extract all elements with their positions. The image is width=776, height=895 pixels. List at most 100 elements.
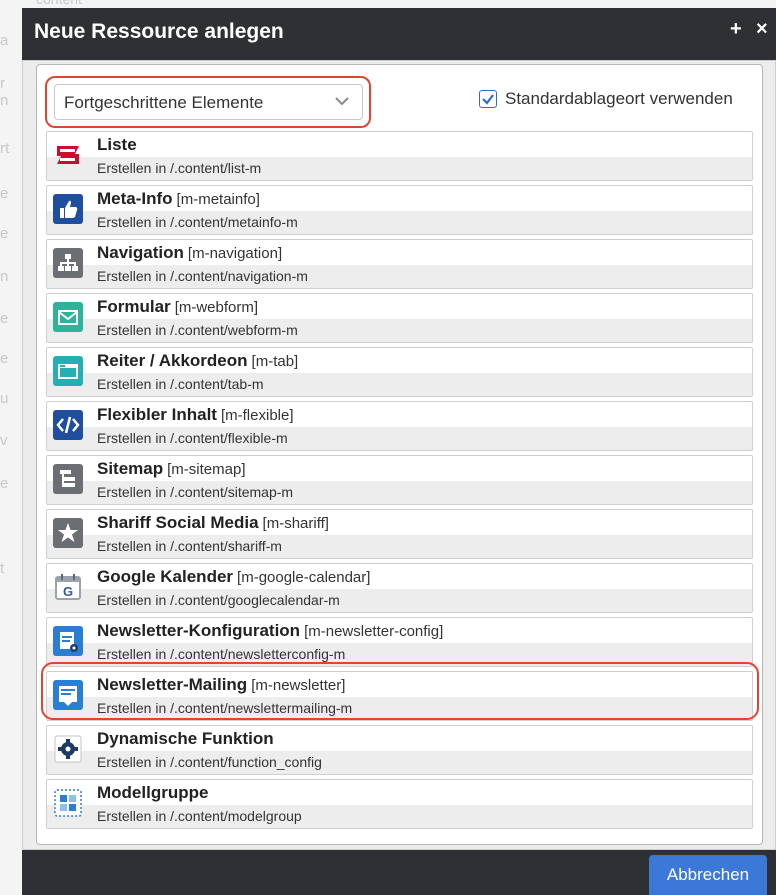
dialog-titlebar: Neue Ressource anlegen + × — [22, 8, 776, 60]
resource-item-google-kalender[interactable]: G Google Kalender [m-google-calendar] Erste… — [46, 563, 753, 613]
item-type: [m-webform] — [174, 299, 259, 316]
item-name: Newsletter-Konfiguration — [97, 621, 301, 640]
item-location: Erstellen in /.content/metainfo-m — [97, 214, 298, 230]
model-group-icon — [53, 788, 83, 818]
newsletter-config-icon — [53, 626, 83, 656]
star-icon — [53, 518, 83, 548]
item-type: [m-flexible] — [220, 407, 294, 424]
new-resource-dialog: Neue Ressource anlegen + × Fortgeschritt… — [22, 8, 776, 895]
item-name: Liste — [97, 135, 137, 154]
item-location: Erstellen in /.content/newsletterconfig-… — [97, 646, 346, 662]
background-text: e — [0, 185, 9, 202]
background-text: u — [0, 390, 9, 407]
code-icon — [53, 410, 83, 440]
item-name: Sitemap — [97, 459, 164, 478]
item-type: [m-newsletter-config] — [304, 623, 444, 640]
resource-item-navigation[interactable]: Navigation [m-navigation] Erstellen in /.c… — [46, 239, 753, 289]
resource-item-flexibler-inhalt[interactable]: Flexibler Inhalt [m-flexible] Erstellen in… — [46, 401, 753, 451]
item-name: Flexibler Inhalt — [97, 405, 217, 424]
thumbs-up-icon — [53, 194, 83, 224]
sitemap-list-icon — [53, 464, 83, 494]
item-name: Meta-Info — [97, 189, 173, 208]
resource-item-modellgruppe[interactable]: Modellgruppe Erstellen in /.content/model… — [46, 779, 753, 829]
item-title: Navigation [m-navigation] — [97, 243, 282, 263]
resource-item-reiter-akkordeon[interactable]: Reiter / Akkordeon [m-tab] Erstellen in /.… — [46, 347, 753, 397]
item-type: [m-shariff] — [262, 515, 329, 532]
resource-item-newsletter-konfiguration[interactable]: Newsletter-Konfiguration [m-newsletter-co… — [46, 617, 753, 667]
resource-panel: Fortgeschrittene Elemente Standardablage… — [36, 64, 763, 845]
item-title: Meta-Info [m-metainfo] — [97, 189, 260, 209]
item-location: Erstellen in /.content/tab-m — [97, 376, 264, 392]
item-title: Google Kalender [m-google-calendar] — [97, 567, 370, 587]
item-title: Liste — [97, 135, 137, 155]
background-text: e — [0, 475, 9, 492]
list-icon — [53, 140, 83, 170]
close-button[interactable]: × — [756, 18, 768, 41]
item-type: [m-navigation] — [187, 245, 283, 262]
newsletter-config-highlight — [41, 662, 759, 720]
cancel-button[interactable]: Abbrechen — [649, 855, 767, 895]
item-location: Erstellen in /.content/function_config — [97, 754, 322, 770]
item-type: [m-tab] — [251, 353, 299, 370]
item-title: Flexibler Inhalt [m-flexible] — [97, 405, 294, 425]
checkmark-icon — [482, 94, 494, 105]
background-text: n — [0, 268, 9, 285]
item-type: [m-metainfo] — [176, 191, 260, 208]
chevron-down-icon — [335, 97, 349, 106]
item-name: Dynamische Funktion — [97, 729, 274, 748]
envelope-icon — [53, 302, 83, 332]
maximize-button[interactable]: + — [730, 18, 742, 41]
background-text: v — [0, 432, 8, 449]
item-location: Erstellen in /.content/flexible-m — [97, 430, 288, 446]
item-location: Erstellen in /.content/shariff-m — [97, 538, 282, 554]
background-text: a — [0, 32, 9, 49]
item-name: Google Kalender — [97, 567, 234, 586]
background-text: content — [36, 0, 82, 7]
background-text: e — [0, 310, 9, 327]
resource-type-list: Liste Erstellen in /.content/list-m Meta-I… — [46, 131, 753, 833]
item-title: Sitemap [m-sitemap] — [97, 459, 246, 479]
sitemap-tree-icon — [53, 248, 83, 278]
resource-item-liste[interactable]: Liste Erstellen in /.content/list-m — [46, 131, 753, 181]
dialog-body: Fortgeschrittene Elemente Standardablage… — [22, 60, 776, 850]
gear-icon — [53, 734, 83, 764]
item-location: Erstellen in /.content/list-m — [97, 160, 262, 176]
default-location-checkbox[interactable] — [479, 90, 497, 108]
background-text: n — [0, 92, 9, 109]
resource-item-formular[interactable]: Formular [m-webform] Erstellen in /.conten… — [46, 293, 753, 343]
item-title: Dynamische Funktion — [97, 729, 274, 749]
resource-item-sitemap[interactable]: Sitemap [m-sitemap] Erstellen in /.content… — [46, 455, 753, 505]
background-text: e — [0, 225, 9, 242]
background-text: r — [0, 75, 5, 92]
default-location-label: Standardablageort verwenden — [505, 89, 733, 108]
item-name: Shariff Social Media — [97, 513, 259, 532]
background-text: e — [0, 350, 9, 367]
item-title: Shariff Social Media [m-shariff] — [97, 513, 329, 533]
item-name: Reiter / Akkordeon — [97, 351, 248, 370]
item-location: Erstellen in /.content/sitemap-m — [97, 484, 294, 500]
item-type: [m-google-calendar] — [237, 569, 371, 586]
svg-text:G: G — [63, 584, 73, 599]
item-title: Reiter / Akkordeon [m-tab] — [97, 351, 298, 371]
item-name: Modellgruppe — [97, 783, 209, 802]
background-page: a r n rt e e n e e u v e t — [0, 0, 22, 895]
default-location-option[interactable]: Standardablageort verwenden — [479, 89, 733, 109]
filter-highlight: Fortgeschrittene Elemente — [45, 76, 371, 128]
item-title: Formular [m-webform] — [97, 297, 258, 317]
item-location: Erstellen in /.content/navigation-m — [97, 268, 308, 284]
dialog-title: Neue Ressource anlegen — [34, 20, 284, 43]
resource-item-dynamische-funktion[interactable]: Dynamische Funktion Erstellen in /.conten… — [46, 725, 753, 775]
item-name: Navigation — [97, 243, 184, 262]
resource-item-meta-info[interactable]: Meta-Info [m-metainfo] Erstellen in /.cont… — [46, 185, 753, 235]
resource-item-shariff-social-media[interactable]: Shariff Social Media [m-shariff] Erstellen… — [46, 509, 753, 559]
item-location: Erstellen in /.content/webform-m — [97, 322, 298, 338]
background-page-top: content — [22, 0, 776, 8]
item-title: Modellgruppe — [97, 783, 208, 803]
item-title: Newsletter-Konfiguration [m-newsletter-co… — [97, 621, 443, 641]
google-calendar-icon: G — [53, 572, 83, 602]
item-location: Erstellen in /.content/modelgroup — [97, 808, 302, 824]
item-type: [m-sitemap] — [167, 461, 246, 478]
category-select[interactable]: Fortgeschrittene Elemente — [54, 84, 363, 120]
background-text: t — [0, 560, 5, 577]
tab-window-icon — [53, 356, 83, 386]
